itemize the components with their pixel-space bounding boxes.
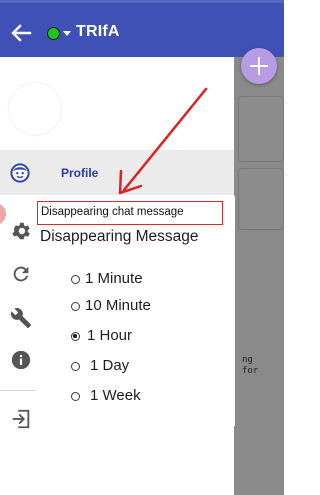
drawer-item-profile[interactable]: Profile	[0, 150, 234, 195]
exit-icon[interactable]	[10, 408, 32, 430]
online-status-icon[interactable]	[47, 27, 60, 40]
arrow-left-icon[interactable]	[9, 22, 33, 44]
add-button[interactable]	[241, 48, 277, 84]
chat-card: ng for	[238, 168, 284, 376]
avatar[interactable]	[9, 83, 61, 135]
smiley-face-icon	[10, 163, 30, 183]
app-bar: TRIfA	[0, 0, 284, 57]
app-title: TRIfA	[76, 23, 120, 40]
refresh-icon[interactable]	[10, 263, 32, 285]
info-icon[interactable]	[10, 349, 32, 371]
triangle-down-icon[interactable]	[63, 31, 71, 36]
gear-icon[interactable]	[10, 220, 32, 242]
radio-button[interactable]	[71, 392, 80, 401]
radio-button[interactable]	[71, 362, 80, 371]
profile-label: Profile	[61, 166, 99, 180]
card-text: ng for	[242, 355, 259, 376]
annotation-label: Disappearing chat message	[41, 206, 184, 218]
option-label: 1 Hour	[87, 327, 133, 344]
option-label: 1 Week	[90, 387, 141, 404]
dialog-title: Disappearing Message	[40, 228, 199, 245]
chat-card	[238, 96, 284, 162]
radio-button[interactable]	[71, 302, 80, 311]
option-label: 10 Minute	[85, 297, 151, 314]
radio-button[interactable]	[71, 275, 80, 284]
option-label: 1 Day	[90, 357, 130, 374]
option-label: 1 Minute	[85, 270, 143, 287]
radio-button-selected[interactable]	[71, 332, 80, 341]
annotation-label-box: Disappearing chat message	[37, 201, 223, 225]
wrench-icon[interactable]	[10, 307, 32, 329]
